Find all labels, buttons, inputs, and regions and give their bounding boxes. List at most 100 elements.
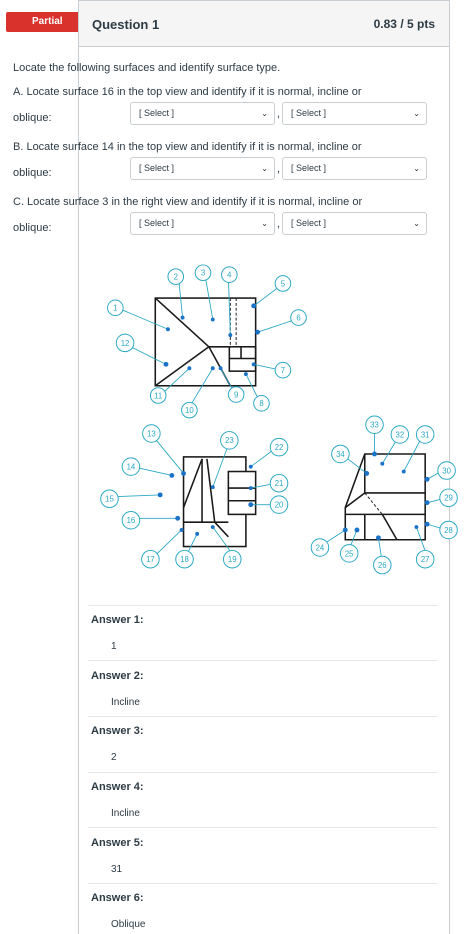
callout-34: 34: [331, 444, 350, 464]
svg-text:25: 25: [345, 549, 354, 558]
svg-text:23: 23: [225, 436, 234, 445]
select-value: [ Select ]: [139, 108, 175, 118]
svg-text:18: 18: [180, 555, 189, 564]
answer-label: Answer 6:: [91, 892, 144, 904]
answer-value: 2: [111, 752, 117, 763]
callout-15: 15: [100, 489, 119, 509]
callout-24: 24: [310, 538, 330, 557]
svg-text:1: 1: [113, 304, 117, 313]
callout-11: 11: [149, 387, 167, 404]
svg-text:9: 9: [234, 390, 238, 399]
callout-31: 31: [415, 425, 435, 444]
answer-value: Oblique: [111, 919, 146, 930]
answer-label: Answer 3:: [91, 725, 144, 737]
svg-text:33: 33: [370, 421, 379, 430]
part-c-type-select[interactable]: [ Select ] ⌄: [282, 212, 427, 235]
divider: [88, 716, 438, 717]
svg-text:31: 31: [421, 430, 430, 439]
callout-5: 5: [274, 275, 292, 292]
callout-bubbles: 1 2 3 4 5 6 7 8 9 10 11 12 13 14 15 16 1…: [100, 264, 458, 575]
svg-text:34: 34: [336, 450, 345, 459]
part-a-type-select[interactable]: [ Select ] ⌄: [282, 102, 427, 125]
svg-text:22: 22: [275, 443, 284, 452]
answer-value: Incline: [111, 808, 140, 819]
select-value: [ Select ]: [291, 108, 327, 118]
select-value: [ Select ]: [139, 218, 175, 228]
chevron-down-icon: ⌄: [413, 164, 420, 173]
right-view-outline: [344, 453, 426, 541]
orthographic-drawing: 1 2 3 4 5 6 7 8 9 10 11 12 13 14 15 16 1…: [100, 264, 458, 575]
chevron-down-icon: ⌄: [261, 109, 268, 118]
part-b-label: oblique:: [13, 167, 52, 179]
right-view: [344, 453, 426, 541]
callout-27: 27: [415, 549, 435, 569]
callout-8: 8: [253, 395, 270, 412]
svg-text:26: 26: [378, 561, 387, 570]
answer-label: Answer 1:: [91, 614, 144, 626]
part-b-type-select[interactable]: [ Select ] ⌄: [282, 157, 427, 180]
svg-text:5: 5: [281, 279, 285, 288]
svg-text:15: 15: [105, 495, 114, 504]
svg-text:32: 32: [396, 430, 405, 439]
svg-text:24: 24: [316, 543, 325, 552]
select-value: [ Select ]: [291, 218, 327, 228]
answer-value: 31: [111, 864, 123, 875]
svg-text:29: 29: [444, 494, 453, 503]
callout-30: 30: [437, 461, 456, 480]
part-c-text: C. Locate surface 3 in the right view an…: [13, 196, 363, 208]
part-a-text: A. Locate surface 16 in the top view and…: [13, 86, 362, 98]
answer-value: 1: [111, 641, 117, 652]
svg-text:14: 14: [127, 463, 136, 472]
svg-text:7: 7: [281, 366, 285, 375]
divider: [88, 827, 438, 828]
callout-4: 4: [221, 266, 238, 283]
comma-separator: ,: [277, 163, 281, 175]
part-a-location-select[interactable]: [ Select ] ⌄: [130, 102, 275, 125]
svg-text:16: 16: [127, 516, 136, 525]
callout-23: 23: [220, 431, 239, 450]
comma-separator: ,: [277, 218, 281, 230]
part-b-location-select[interactable]: [ Select ] ⌄: [130, 157, 275, 180]
svg-text:6: 6: [296, 313, 300, 322]
svg-text:10: 10: [185, 406, 194, 415]
divider: [88, 660, 438, 661]
svg-text:8: 8: [259, 399, 263, 408]
callout-14: 14: [121, 457, 141, 476]
svg-text:3: 3: [201, 269, 205, 278]
divider: [88, 605, 438, 606]
callout-21: 21: [269, 473, 289, 493]
svg-text:30: 30: [442, 466, 451, 475]
part-c-label: oblique:: [13, 222, 52, 234]
svg-text:2: 2: [174, 273, 178, 282]
callout-20: 20: [269, 495, 289, 514]
callout-25: 25: [339, 544, 359, 563]
svg-text:11: 11: [154, 391, 162, 400]
callout-7: 7: [274, 361, 292, 379]
callout-10: 10: [181, 401, 198, 419]
callout-26: 26: [373, 555, 392, 575]
part-b-text: B. Locate surface 14 in the top view and…: [13, 141, 362, 153]
part-c-location-select[interactable]: [ Select ] ⌄: [130, 212, 275, 235]
select-value: [ Select ]: [291, 163, 327, 173]
svg-text:19: 19: [228, 555, 237, 564]
callout-17: 17: [141, 549, 160, 569]
callout-1: 1: [107, 299, 124, 317]
comma-separator: ,: [277, 108, 281, 120]
callout-6: 6: [290, 309, 307, 326]
chevron-down-icon: ⌄: [261, 219, 268, 228]
status-badge: Partial: [6, 12, 98, 32]
callout-18: 18: [175, 549, 194, 569]
callout-9: 9: [227, 386, 245, 403]
callout-29: 29: [439, 488, 458, 508]
question-title: Question 1: [92, 17, 160, 32]
divider: [88, 883, 438, 884]
svg-text:4: 4: [227, 271, 232, 280]
question-points: 0.83 / 5 pts: [373, 17, 435, 31]
chevron-down-icon: ⌄: [413, 219, 420, 228]
callout-2: 2: [167, 268, 185, 285]
answer-label: Answer 4:: [91, 781, 144, 793]
chevron-down-icon: ⌄: [413, 109, 420, 118]
divider: [88, 772, 438, 773]
callout-19: 19: [223, 549, 242, 569]
svg-text:27: 27: [421, 555, 430, 564]
